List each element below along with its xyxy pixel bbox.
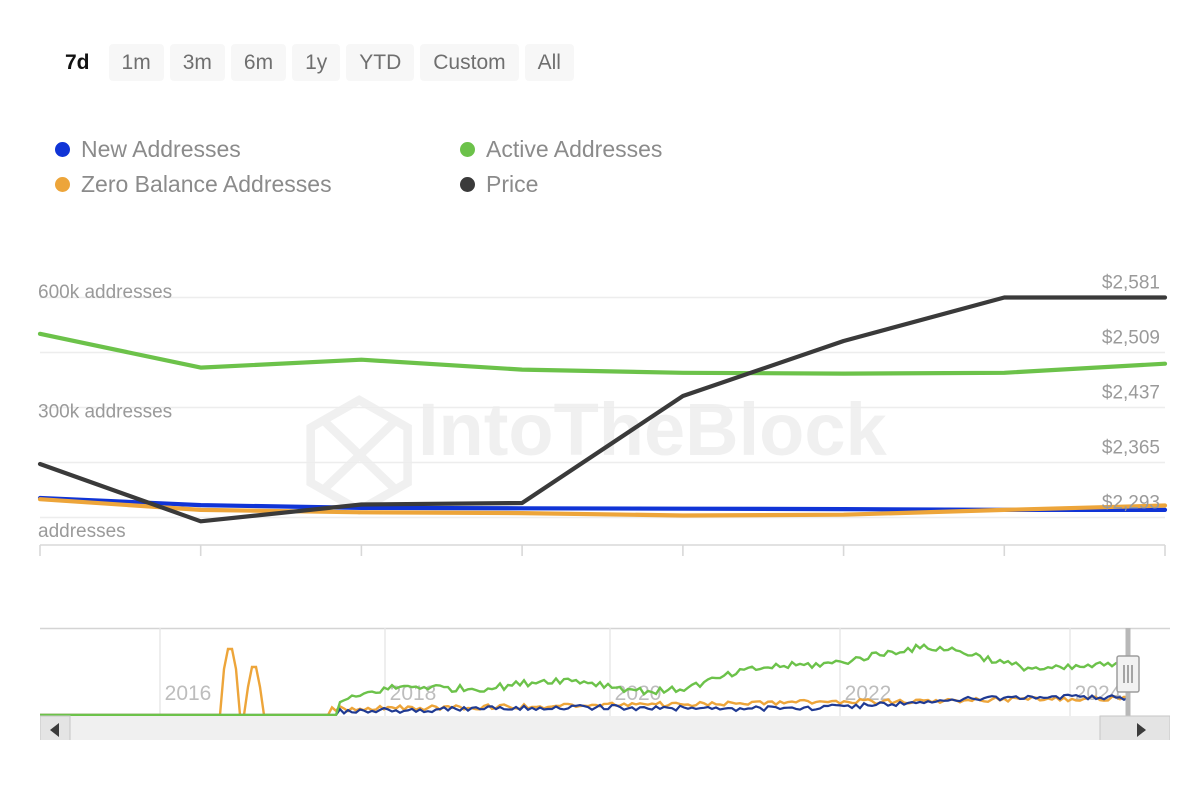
hexagon-logo-icon	[306, 395, 412, 516]
watermark: IntoTheBlock	[306, 388, 888, 516]
y-axis-left-label: 600k addresses	[38, 282, 172, 303]
legend-label: Price	[486, 171, 539, 197]
legend-color-dot-icon	[55, 177, 70, 192]
range-tab-1m[interactable]: 1m	[108, 44, 164, 82]
y-axis-left-label: 300k addresses	[38, 401, 172, 422]
y-axis-right-label: $2,581	[1102, 273, 1160, 294]
range-tab-ytd[interactable]: YTD	[346, 44, 415, 82]
scroll-right-arrow-icon[interactable]	[1099, 715, 1171, 745]
y-axis-right-label: $2,509	[1102, 328, 1160, 349]
y-axis-right-label: $2,437	[1102, 383, 1160, 404]
y-axis-right-label: $2,365	[1102, 438, 1160, 459]
chart-legend: New Addresses Active Addresses Zero Bala…	[55, 132, 815, 202]
y-axis-right-labels: $2,581 $2,509 $2,437 $2,365 $2,293	[1102, 273, 1160, 514]
main-chart-svg[interactable]: IntoTheBlock 600k addresses 300k addresse…	[0, 250, 1200, 560]
legend-item-zero-balance-addresses[interactable]: Zero Balance Addresses	[55, 171, 460, 198]
range-tab-all[interactable]: All	[524, 44, 574, 82]
legend-row: Zero Balance Addresses Price	[55, 167, 815, 202]
scroll-left-arrow-icon[interactable]	[39, 715, 71, 745]
legend-color-dot-icon	[460, 177, 475, 192]
series-line	[37, 331, 1168, 376]
navigator-year-label: 2018	[390, 682, 437, 705]
navigator-year-label: 2016	[165, 682, 212, 705]
range-tab-1y[interactable]: 1y	[292, 44, 341, 82]
range-tab-3m[interactable]: 3m	[169, 44, 225, 82]
main-chart[interactable]: IntoTheBlock 600k addresses 300k addresse…	[0, 250, 1200, 560]
legend-label: Active Addresses	[486, 136, 663, 162]
time-range-tabs: 7d 1m 3m 6m 1y YTD Custom All	[52, 44, 574, 82]
watermark-text: IntoTheBlock	[418, 388, 888, 471]
legend-label: Zero Balance Addresses	[81, 171, 332, 197]
legend-color-dot-icon	[55, 142, 70, 157]
chart-widget: 7d 1m 3m 6m 1y YTD Custom All New Addresses Act…	[0, 0, 1200, 800]
navigator-svg[interactable]: 2016 2018 2020 2022 2024	[39, 620, 1171, 745]
navigator-year-label: 2024	[1075, 682, 1122, 705]
range-tab-7d[interactable]: 7d	[52, 44, 103, 82]
legend-item-active-addresses[interactable]: Active Addresses	[460, 136, 662, 163]
legend-item-new-addresses[interactable]: New Addresses	[55, 136, 460, 163]
range-tab-custom[interactable]: Custom	[420, 44, 519, 82]
legend-color-dot-icon	[460, 142, 475, 157]
range-navigator[interactable]: 2016 2018 2020 2022 2024	[39, 620, 1171, 745]
range-tab-6m[interactable]: 6m	[230, 44, 287, 82]
y-axis-right-label: $2,293	[1102, 493, 1160, 514]
y-axis-left-label: addresses	[38, 521, 126, 542]
legend-label: New Addresses	[81, 136, 241, 162]
navigator-scrollbar-track[interactable]	[40, 716, 1170, 744]
legend-row: New Addresses Active Addresses	[55, 132, 815, 167]
legend-item-price[interactable]: Price	[460, 171, 538, 198]
